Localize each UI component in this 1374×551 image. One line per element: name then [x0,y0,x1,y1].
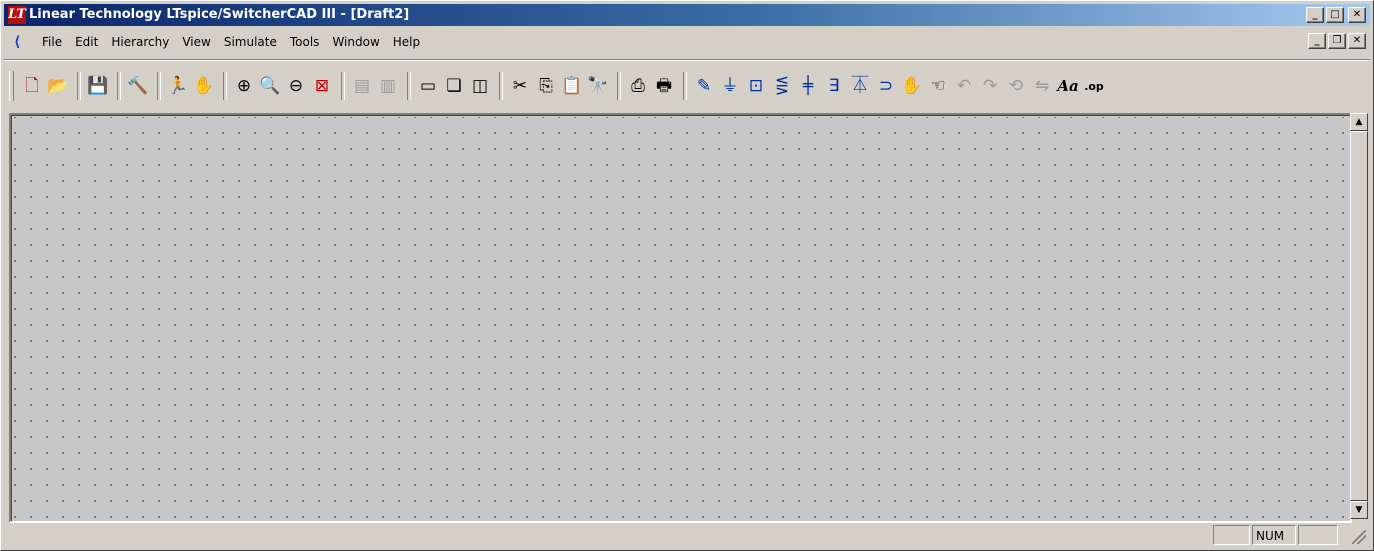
save-icon[interactable]: 💾 [86,73,110,99]
mirror-icon[interactable]: ⇋ [1030,73,1054,99]
zoom-fit-icon[interactable]: ⊠ [310,73,334,99]
menu-help[interactable]: Help [393,35,420,49]
menu-window[interactable]: Window [332,35,379,49]
resistor-icon[interactable]: ⋚ [770,73,794,99]
run-icon[interactable]: 🏃 [166,73,190,99]
doc-restore-button[interactable]: ❐ [1328,33,1346,49]
label-net-icon[interactable]: ⊡ [744,73,768,99]
delete-traces-icon[interactable]: ▥ [376,73,400,99]
text-icon[interactable]: Aa [1056,73,1080,99]
document-system-menu-icon[interactable]: ⟨ [14,33,32,51]
ground-icon[interactable]: ⏚ [718,73,742,99]
status-pane [1213,525,1250,545]
doc-minimize-button[interactable]: _ [1308,33,1326,49]
wire-icon[interactable]: ✎ [692,73,716,99]
title-bar[interactable]: LT Linear Technology LTspice/SwitcherCAD… [4,4,1370,26]
minimize-button[interactable]: _ [1306,7,1324,23]
undo-icon[interactable]: ↶ [952,73,976,99]
toolbar-separator [157,72,161,100]
tile-horizontal-icon[interactable]: ▭ [416,73,440,99]
menu-file[interactable]: File [42,35,62,49]
halt-icon[interactable]: ✋ [192,73,216,99]
rotate-icon[interactable]: ⟲ [1004,73,1028,99]
maximize-button[interactable]: □ [1326,7,1344,23]
menu-list: File Edit Hierarchy View Simulate Tools … [42,35,433,49]
redo-icon[interactable]: ↷ [978,73,1002,99]
toolbar-separator [407,72,411,100]
spice-directive-icon[interactable]: .op [1082,73,1106,99]
scroll-down-button[interactable]: ▼ [1350,501,1368,519]
move-icon[interactable]: ✋ [900,73,924,99]
menu-view[interactable]: View [182,35,210,49]
zoom-out-icon[interactable]: ⊖ [284,73,308,99]
window-controls: _ □ ✕ [1306,7,1366,23]
schematic-canvas[interactable] [13,117,1350,521]
diode-icon[interactable]: ⏄ [848,73,872,99]
print-preview-icon[interactable]: ⎙ [626,73,650,99]
control-panel-icon[interactable]: 🔨 [126,73,150,99]
tile-vertical-icon[interactable]: ◫ [468,73,492,99]
cascade-icon[interactable]: ❏ [442,73,466,99]
status-pane [1298,525,1338,545]
toolbar-grip[interactable] [9,71,14,101]
zoom-in-icon[interactable]: ⊕ [232,73,256,99]
doc-close-button[interactable]: ✕ [1348,33,1366,49]
resize-grip-icon[interactable] [1352,530,1366,544]
toolbar-separator [683,72,687,100]
menu-edit[interactable]: Edit [75,35,98,49]
toolbar-separator [499,72,503,100]
toolbar: 🗋 📂 💾 🔨 🏃 ✋ ⊕ 🔍 ⊖ ⊠ ▤ ▥ ▭ ❏ ◫ ✂ ⎘ 📋 🔭 ⎙ … [9,65,1359,107]
toolbar-separator [617,72,621,100]
cut-icon[interactable]: ✂ [508,73,532,99]
menu-hierarchy[interactable]: Hierarchy [111,35,169,49]
window-title: Linear Technology LTspice/SwitcherCAD II… [29,7,410,22]
pan-icon[interactable]: 🔍 [258,73,282,99]
menu-tools[interactable]: Tools [290,35,320,49]
vertical-scrollbar[interactable]: ▲ ▼ [1350,113,1368,519]
paste-icon[interactable]: 📋 [560,73,584,99]
scroll-up-button[interactable]: ▲ [1350,113,1368,131]
toolbar-separator [223,72,227,100]
status-bar: NUM [4,523,1370,547]
print-icon[interactable]: 🖶 [652,73,676,99]
copy-icon[interactable]: ⎘ [534,73,558,99]
component-icon[interactable]: ⊃ [874,73,898,99]
main-window: LT Linear Technology LTspice/SwitcherCAD… [0,0,1374,551]
new-schematic-icon[interactable]: 🗋 [20,73,44,99]
drag-icon[interactable]: ☜ [926,73,950,99]
find-icon[interactable]: 🔭 [586,73,610,99]
app-logo-icon: LT [8,6,26,24]
toolbar-separator [77,72,81,100]
autorange-icon[interactable]: ▤ [350,73,374,99]
toolbar-separator [341,72,345,100]
schematic-canvas-frame [9,113,1352,523]
toolbar-divider [4,59,1370,61]
capacitor-icon[interactable]: ╪ [796,73,820,99]
num-lock-indicator: NUM [1252,525,1296,545]
menu-simulate[interactable]: Simulate [224,35,277,49]
toolbar-separator [117,72,121,100]
close-button[interactable]: ✕ [1348,7,1366,23]
open-icon[interactable]: 📂 [46,73,70,99]
inductor-icon[interactable]: ∃ [822,73,846,99]
scroll-thumb[interactable] [1350,131,1368,501]
menu-bar: ⟨ File Edit Hierarchy View Simulate Tool… [4,29,1370,55]
document-controls: _ ❐ ✕ [1308,33,1366,49]
